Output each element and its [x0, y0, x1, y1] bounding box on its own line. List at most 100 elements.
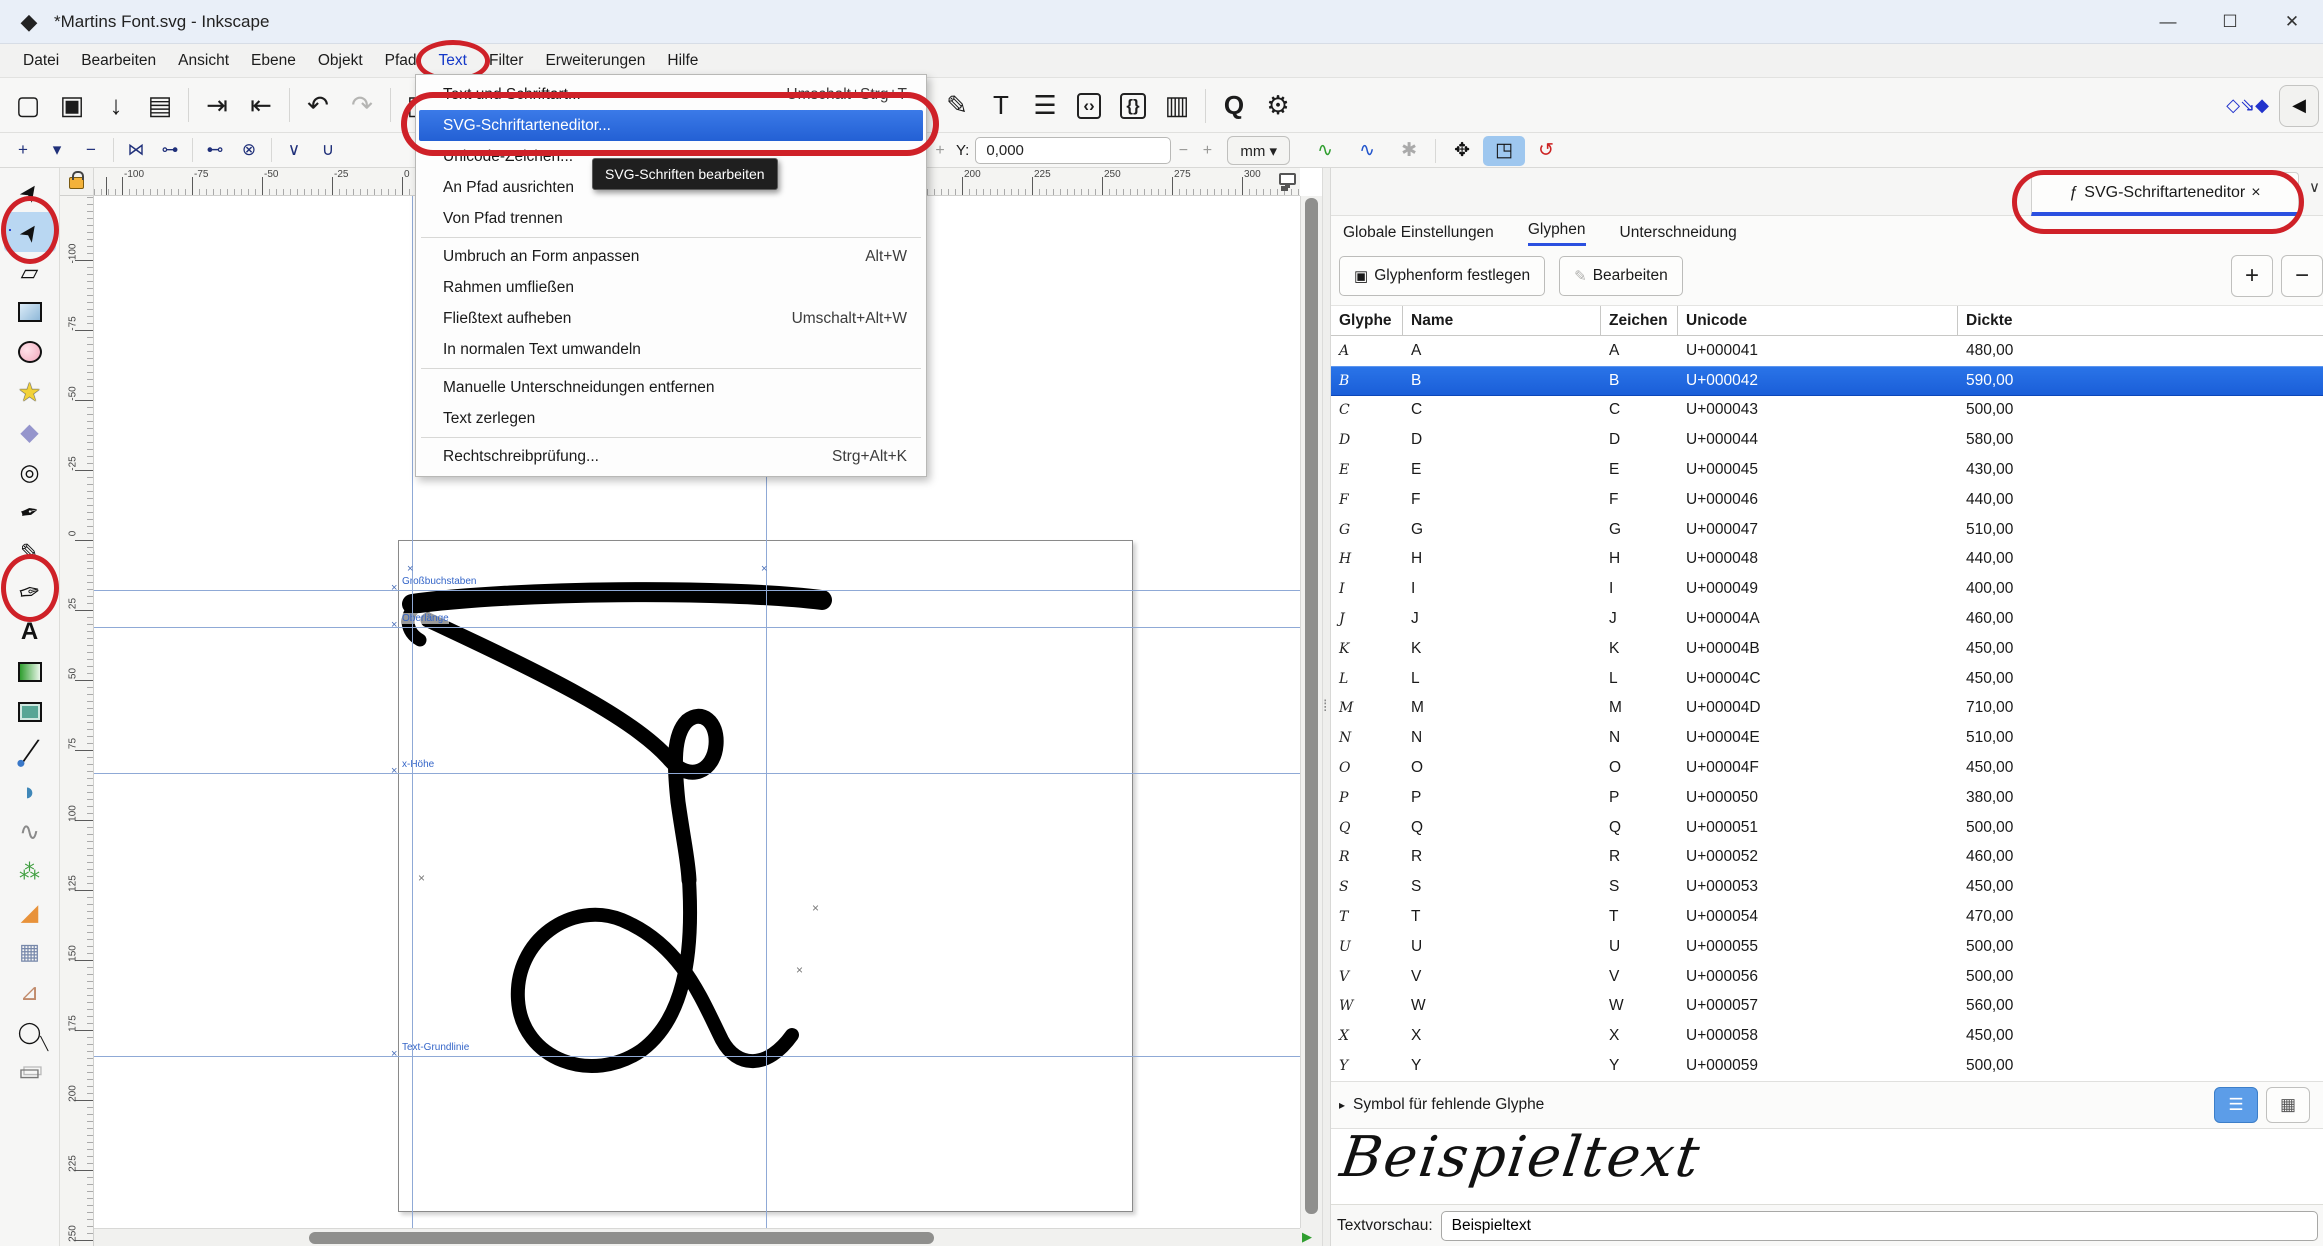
maximize-button[interactable]: ☐: [2199, 0, 2261, 44]
transform-handles-icon[interactable]: ✥: [1441, 136, 1483, 166]
column-header-name[interactable]: Name: [1403, 306, 1601, 336]
dropper-tool-icon[interactable]: ╱: [4, 732, 56, 772]
snap-collapse-button[interactable]: ◀: [2279, 85, 2319, 127]
guide-line-text-grundlinie[interactable]: [94, 1056, 1300, 1057]
next-path-effect-icon[interactable]: ∿: [1304, 136, 1346, 166]
corner-node-icon[interactable]: ∨: [277, 135, 311, 165]
table-row-c[interactable]: CCCU+000043500,00: [1331, 396, 2323, 426]
measure-tool-icon[interactable]: ⊿: [4, 972, 56, 1012]
redo-icon[interactable]: ↷: [340, 83, 384, 127]
flatten-spiro-icon[interactable]: ✱: [1388, 136, 1430, 166]
menu-filter[interactable]: Filter: [478, 44, 534, 78]
undo-icon[interactable]: ↶: [296, 83, 340, 127]
mesh-tool-icon[interactable]: [4, 692, 56, 732]
table-row-m[interactable]: MMMU+00004D710,00: [1331, 694, 2323, 724]
calligraphy-tool-icon[interactable]: ✑: [4, 572, 56, 612]
list-view-button[interactable]: ☰: [2214, 1087, 2258, 1123]
guide-anchor-icon[interactable]: ×: [391, 1048, 397, 1060]
y-coordinate-input[interactable]: [975, 137, 1171, 164]
menu-erweiterungen[interactable]: Erweiterungen: [534, 44, 656, 78]
panel-splitter[interactable]: [1322, 168, 1330, 1246]
display-units-icon[interactable]: [1279, 173, 1296, 185]
ruler-corner[interactable]: [60, 168, 94, 196]
vertical-guide-line[interactable]: [412, 196, 413, 1228]
smooth-node-icon[interactable]: ∪: [311, 135, 345, 165]
text-dialog-icon[interactable]: T: [979, 84, 1023, 128]
resize-canvas-icon[interactable]: ▶: [1302, 1229, 1312, 1245]
menu-item-svg-schriftarteneditor[interactable]: SVG-Schriftarteneditor...: [419, 110, 923, 141]
find-icon[interactable]: Q: [1212, 84, 1256, 128]
object-to-path-icon[interactable]: ∿: [1346, 136, 1388, 166]
table-row-a[interactable]: AAAU+000041480,00: [1331, 336, 2323, 366]
connector-tool-icon[interactable]: ▦: [4, 932, 56, 972]
menu-hilfe[interactable]: Hilfe: [656, 44, 709, 78]
menu-item-umbruch-an-form-anpassen[interactable]: Umbruch an Form anpassenAlt+W: [419, 241, 923, 272]
insert-node-menu-icon[interactable]: ▾: [40, 135, 74, 165]
table-row-e[interactable]: EEEU+000045430,00: [1331, 455, 2323, 485]
table-row-j[interactable]: JJJU+00004A460,00: [1331, 604, 2323, 634]
save-icon[interactable]: ↓: [94, 83, 138, 127]
grid-view-button[interactable]: ▦: [2266, 1087, 2310, 1123]
tab-glyphen[interactable]: Glyphen: [1528, 221, 1586, 246]
column-header-dickte[interactable]: Dickte: [1958, 306, 2323, 336]
show-handles-icon[interactable]: ◳: [1483, 136, 1525, 166]
table-row-i[interactable]: IIIU+000049400,00: [1331, 574, 2323, 604]
menu-item-von-pfad-trennen[interactable]: Von Pfad trennen: [419, 203, 923, 234]
y-minus-stepper[interactable]: −: [1171, 137, 1195, 164]
table-row-t[interactable]: TTTU+000054470,00: [1331, 902, 2323, 932]
table-row-d[interactable]: DDDU+000044580,00: [1331, 425, 2323, 455]
delete-node-icon[interactable]: −: [74, 135, 108, 165]
ellipse-tool-icon[interactable]: [4, 332, 56, 372]
minimize-button[interactable]: —: [2137, 0, 2199, 44]
tweak-tool-icon[interactable]: ∿: [4, 812, 56, 852]
node-marker-icon[interactable]: ×: [796, 963, 803, 977]
align-dialog-icon[interactable]: ▥: [1155, 84, 1199, 128]
vertical-ruler[interactable]: -100-75-50-25025507510012515017520022525…: [60, 196, 94, 1246]
table-row-o[interactable]: OOOU+00004F450,00: [1331, 753, 2323, 783]
tab-close-icon[interactable]: ×: [2251, 184, 2260, 202]
box3d-tool-icon[interactable]: ◆: [4, 412, 56, 452]
layers-dialog-icon[interactable]: ☰: [1023, 84, 1067, 128]
menu-item-rechtschreibpr-fung[interactable]: Rechtschreibprüfung...Strg+Alt+K: [419, 441, 923, 472]
guide-anchor-icon[interactable]: ×: [391, 582, 397, 594]
snap-icon[interactable]: ◇⇘◆: [2226, 95, 2269, 116]
spray-tool-icon[interactable]: ⁂: [4, 852, 56, 892]
column-header-unicode[interactable]: Unicode: [1678, 306, 1958, 336]
unit-dropdown[interactable]: mm ▾: [1227, 136, 1290, 165]
selector-tool-icon[interactable]: ➤: [4, 172, 56, 212]
table-row-y[interactable]: YYYU+000059500,00: [1331, 1051, 2323, 1081]
join-segment-icon[interactable]: ⊶: [153, 135, 187, 165]
pen-tool-icon[interactable]: ✒: [4, 492, 56, 532]
spiral-tool-icon[interactable]: ◎: [4, 452, 56, 492]
guide-anchor-icon[interactable]: ×: [407, 563, 413, 575]
edit-clip-path-icon[interactable]: ↺: [1525, 136, 1567, 166]
guide-line-x-h-he[interactable]: [94, 773, 1300, 774]
menu-item-in-normalen-text-umwandeln[interactable]: In normalen Text umwandeln: [419, 334, 923, 365]
text-preview-input[interactable]: [1441, 1211, 2318, 1241]
open-document-icon[interactable]: ▣: [50, 83, 94, 127]
table-row-g[interactable]: GGGU+000047510,00: [1331, 515, 2323, 545]
insert-node-icon[interactable]: +: [6, 135, 40, 165]
table-row-q[interactable]: QQQU+000051500,00: [1331, 813, 2323, 843]
menu-bearbeiten[interactable]: Bearbeiten: [70, 44, 167, 78]
menu-text[interactable]: Text: [428, 44, 478, 78]
menu-datei[interactable]: Datei: [12, 44, 70, 78]
join-nodes-icon[interactable]: ⋈: [119, 135, 153, 165]
pages-tool-icon[interactable]: ▭: [4, 1052, 56, 1092]
vertical-scrollbar-thumb[interactable]: [1305, 198, 1318, 1214]
object-properties-icon[interactable]: {}: [1111, 84, 1155, 128]
edit-button[interactable]: ✎ Bearbeiten: [1559, 256, 1683, 296]
table-row-k[interactable]: KKKU+00004B450,00: [1331, 634, 2323, 664]
table-row-x[interactable]: XXXU+000058450,00: [1331, 1021, 2323, 1051]
table-row-h[interactable]: HHHU+000048440,00: [1331, 545, 2323, 575]
table-row-l[interactable]: LLLU+00004C450,00: [1331, 664, 2323, 694]
tab-svg-font-editor[interactable]: ƒ SVG-Schriftarteneditor ×: [2031, 172, 2299, 216]
gradient-tool-icon[interactable]: [4, 652, 56, 692]
table-row-u[interactable]: UUUU+000055500,00: [1331, 932, 2323, 962]
horizontal-scrollbar-thumb[interactable]: [309, 1232, 934, 1244]
zoom-tool-icon[interactable]: ◯: [4, 1012, 56, 1052]
node-marker-icon[interactable]: ×: [812, 901, 819, 915]
shape-builder-tool-icon[interactable]: ▱: [4, 252, 56, 292]
import-icon[interactable]: ⇥: [195, 83, 239, 127]
tab-globale-einstellungen[interactable]: Globale Einstellungen: [1343, 224, 1494, 246]
